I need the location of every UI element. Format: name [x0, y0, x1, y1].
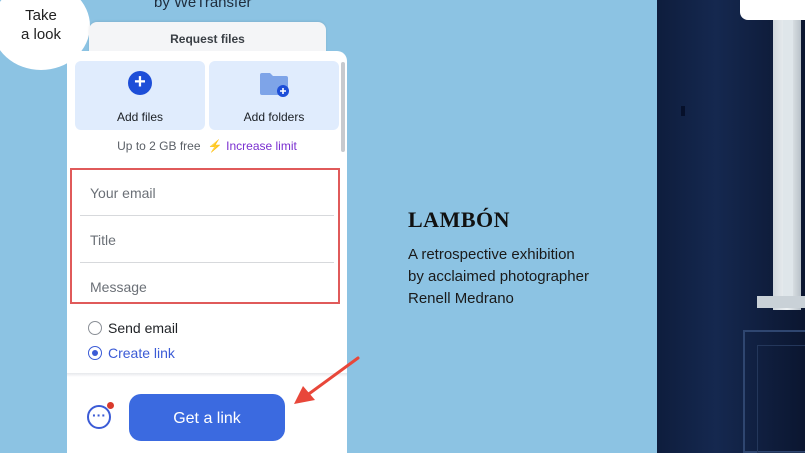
add-files-button[interactable]: + Add files [75, 61, 205, 130]
photo-detail [681, 106, 685, 116]
lightning-icon: ⚡ [207, 139, 223, 153]
get-a-link-button[interactable]: Get a link [129, 394, 285, 441]
bubble-line-1: Take [25, 7, 57, 24]
exhibition-photo [657, 0, 805, 453]
highlighted-form-fields: Your email Title Message [70, 168, 340, 304]
add-files-label: Add files [116, 110, 164, 124]
storage-limit-row: Up to 2 GB free ⚡ Increase limit [67, 139, 347, 153]
limit-text: Up to 2 GB free [117, 139, 201, 153]
radio-selected-icon[interactable] [88, 346, 102, 361]
window-sill [757, 296, 805, 308]
email-field[interactable]: Your email [80, 170, 334, 216]
create-link-label: Create link [108, 345, 175, 361]
title-field[interactable]: Title [80, 217, 334, 263]
door-panel [757, 345, 805, 453]
window-frame-inner [783, 0, 793, 300]
description-line-3: Renell Medrano [408, 290, 514, 307]
increase-limit-link[interactable]: Increase limit [226, 139, 297, 153]
exhibition-title: LAMBÓN [408, 207, 510, 232]
panel-scrollbar[interactable] [341, 62, 345, 152]
ellipsis-icon: ··· [92, 407, 106, 423]
message-field[interactable]: Message [80, 264, 334, 310]
plus-icon: + [128, 71, 152, 95]
byline: by WeTransfer [154, 0, 252, 11]
send-email-option[interactable]: Send email [88, 320, 178, 336]
exhibition-description: A retrospective exhibition by acclaimed … [408, 244, 638, 310]
bubble-line-2: a look [20, 26, 62, 43]
folder-plus-icon [260, 73, 289, 97]
send-email-label: Send email [108, 320, 179, 336]
description-line-2: by acclaimed photographer [408, 268, 589, 285]
top-right-pill[interactable] [740, 0, 805, 20]
add-folders-button[interactable]: Add folders [209, 61, 339, 130]
description-line-1: A retrospective exhibition [408, 246, 575, 263]
create-link-option[interactable]: Create link [88, 345, 175, 361]
annotation-arrow-icon [294, 356, 360, 404]
add-folders-label: Add folders [243, 110, 305, 124]
notification-dot [107, 402, 114, 409]
radio-unselected-icon[interactable] [88, 321, 102, 336]
more-options-button[interactable]: ··· [87, 402, 114, 429]
